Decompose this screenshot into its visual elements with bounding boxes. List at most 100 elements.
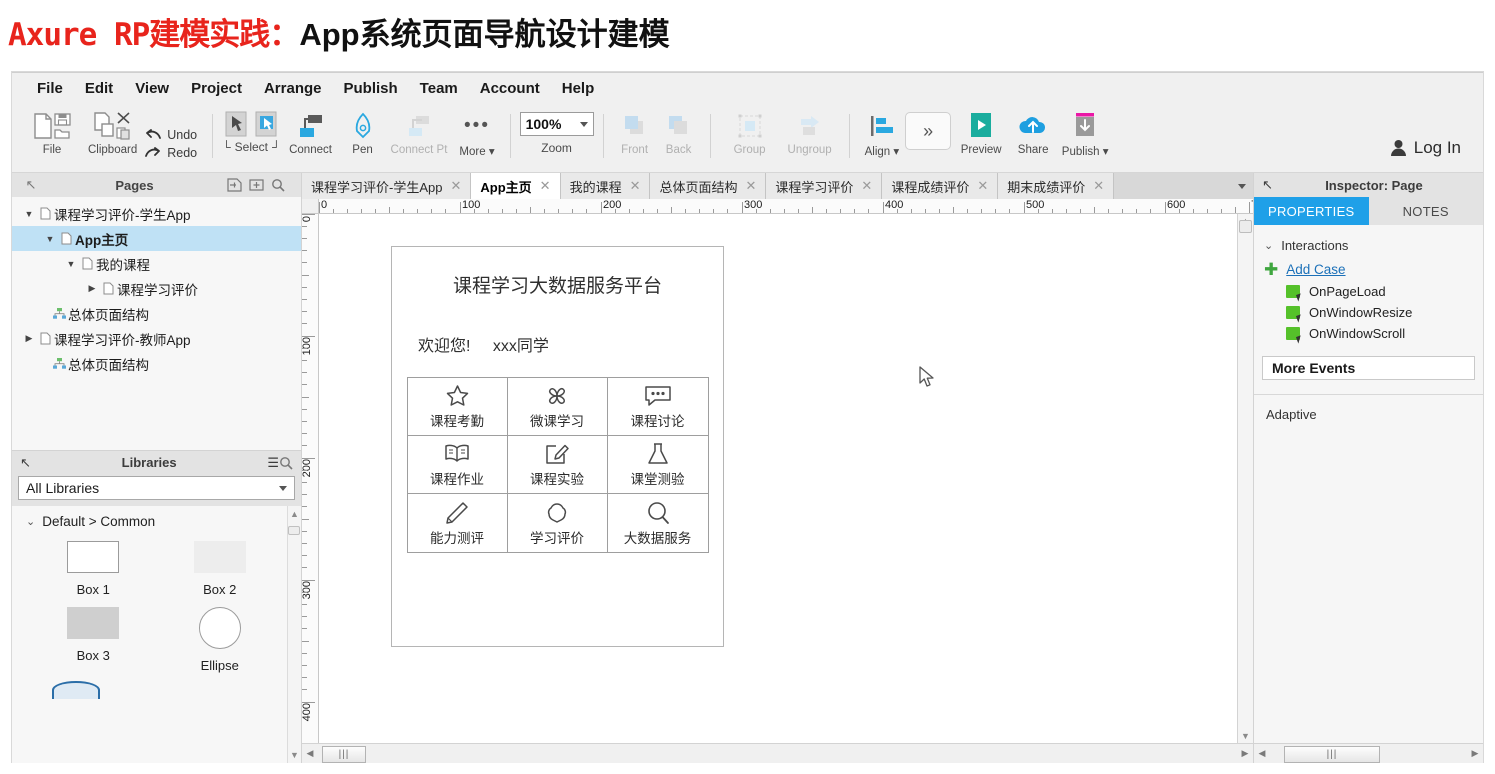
library-item-box2[interactable]: Box 2 (157, 541, 284, 597)
menu-item-file[interactable]: File (26, 77, 74, 100)
file-toolbar-button[interactable]: File (22, 106, 82, 168)
tab-4[interactable]: 课程学习评价 ✕ (766, 173, 883, 199)
page-tree-item-0[interactable]: ▼ 课程学习评价-学生App (12, 201, 301, 226)
tab-3[interactable]: 总体页面结构 ✕ (650, 173, 767, 199)
tab-close-icon[interactable]: ✕ (540, 178, 551, 194)
tab-6[interactable]: 期末成绩评价 ✕ (998, 173, 1115, 199)
hscroll-thumb[interactable]: ||| (1284, 745, 1380, 763)
tab-0[interactable]: 课程学习评价-学生App ✕ (302, 173, 472, 199)
tab-close-icon[interactable]: ✕ (746, 178, 757, 194)
menu-item-edit[interactable]: Edit (74, 77, 124, 100)
plus-icon[interactable]: ✚ (1264, 261, 1278, 278)
collapse-icon[interactable]: ↖ (20, 455, 31, 471)
group-button[interactable]: Group (720, 106, 780, 168)
tree-arrow[interactable]: ▶ (85, 283, 99, 294)
preview-button[interactable]: Preview (951, 106, 1011, 168)
tab-1[interactable]: App主页 ✕ (471, 173, 561, 199)
event-onwindowscroll[interactable]: OnWindowScroll (1254, 323, 1483, 344)
tab-close-icon[interactable]: ✕ (1093, 178, 1104, 194)
page-tree-item-3[interactable]: ▶ 课程学习评价 (12, 276, 301, 301)
nav-cell-quiz[interactable]: 课堂测验 (607, 436, 708, 494)
tree-arrow[interactable]: ▼ (43, 234, 57, 244)
scroll-up-arrow-icon[interactable]: ▲ (290, 509, 299, 519)
nav-cell-microlearning[interactable]: 微课学习 (507, 378, 608, 436)
menu-item-help[interactable]: Help (551, 77, 606, 100)
nav-cell-bigdata[interactable]: 大数据服务 (608, 494, 708, 552)
tab-5[interactable]: 课程成绩评价 ✕ (882, 173, 999, 199)
scroll-right-arrow-icon[interactable]: ▶ (1237, 748, 1253, 759)
collapse-icon[interactable]: ↖ (20, 177, 42, 193)
tree-arrow[interactable]: ▼ (22, 209, 36, 219)
hscroll-track[interactable]: ||| (318, 744, 1237, 763)
menu-item-arrange[interactable]: Arrange (253, 77, 333, 100)
connect-pt-button[interactable]: Connect Pt (385, 106, 454, 168)
toolbar-overflow-button[interactable]: » (905, 112, 952, 150)
collapse-icon[interactable]: ↖ (1262, 177, 1273, 193)
redo-button[interactable]: Redo (145, 146, 197, 160)
menu-item-account[interactable]: Account (469, 77, 551, 100)
tab-notes[interactable]: NOTES (1369, 197, 1484, 225)
tab-close-icon[interactable]: ✕ (861, 178, 872, 194)
add-page-icon[interactable] (227, 178, 249, 192)
tree-arrow[interactable]: ▶ (22, 333, 36, 344)
chevron-down-icon[interactable] (279, 485, 287, 491)
tab-overflow-button[interactable] (1231, 173, 1253, 199)
tab-2[interactable]: 我的课程 ✕ (560, 173, 651, 199)
scroll-right-arrow-icon[interactable]: ▶ (1467, 748, 1483, 759)
chevron-down-icon[interactable] (579, 121, 588, 127)
hscroll-thumb[interactable]: ||| (322, 745, 366, 763)
add-folder-icon[interactable] (249, 178, 271, 192)
page-tree-item-2[interactable]: ▼ 我的课程 (12, 251, 301, 276)
menu-item-publish[interactable]: Publish (333, 77, 409, 100)
nav-cell-experiment[interactable]: 课程实验 (507, 436, 608, 494)
scroll-down-arrow-icon[interactable]: ▼ (1241, 731, 1250, 741)
hamburger-icon[interactable]: ☰ (267, 455, 279, 471)
search-icon[interactable] (271, 178, 293, 192)
bring-front-button[interactable]: Front (613, 106, 657, 168)
inspector-horizontal-scrollbar[interactable]: ◀ ||| ▶ (1254, 743, 1483, 763)
more-tools-button[interactable]: ••• More ▾ (453, 106, 500, 168)
library-select[interactable]: All Libraries (18, 476, 295, 500)
chevron-down-icon[interactable]: ⌄ (26, 515, 35, 528)
library-item-ellipse[interactable]: Ellipse (157, 607, 284, 673)
interactions-section-header[interactable]: ⌄ Interactions (1254, 235, 1483, 256)
page-tree-item-4[interactable]: 总体页面结构 (12, 301, 301, 326)
publish-button[interactable]: Publish ▾ (1055, 106, 1115, 168)
nav-cell-attendance[interactable]: 课程考勤 (407, 378, 508, 436)
tab-properties[interactable]: PROPERTIES (1254, 197, 1369, 225)
nav-cell-assessment[interactable]: 能力测评 (408, 494, 508, 552)
tab-close-icon[interactable]: ✕ (977, 178, 988, 194)
menu-item-view[interactable]: View (124, 77, 180, 100)
nav-cell-evaluation[interactable]: 学习评价 (508, 494, 608, 552)
pages-tree[interactable]: ▼ 课程学习评价-学生App ▼ App主页 ▼ 我的课程 ▶ 课程学习评价 总… (12, 197, 301, 450)
more-events-button[interactable]: More Events (1262, 356, 1475, 380)
tab-close-icon[interactable]: ✕ (630, 178, 641, 194)
nav-cell-discussion[interactable]: 课程讨论 (607, 378, 708, 436)
menu-item-project[interactable]: Project (180, 77, 253, 100)
page-tree-item-5[interactable]: ▶ 课程学习评价-教师App (12, 326, 301, 351)
login-button[interactable]: Log In (1390, 106, 1473, 172)
scroll-left-arrow-icon[interactable]: ◀ (1254, 748, 1270, 759)
zoom-control[interactable]: 100% Zoom (519, 106, 594, 172)
event-onpageload[interactable]: OnPageLoad (1254, 281, 1483, 302)
hscroll-track[interactable]: ||| (1270, 744, 1467, 763)
tree-arrow[interactable]: ▼ (64, 259, 78, 269)
pen-tool-button[interactable]: Pen (341, 106, 385, 168)
event-onwindowresize[interactable]: OnWindowResize (1254, 302, 1483, 323)
app-mockup[interactable]: 课程学习大数据服务平台 欢迎您! xxx同学 课程考勤 微课学习 课程讨论 课程… (391, 246, 724, 647)
scroll-left-arrow-icon[interactable]: ◀ (302, 748, 318, 759)
library-item-partial[interactable] (12, 673, 301, 699)
select-tool-group[interactable]: └ Select ┘ (222, 106, 281, 172)
page-tree-item-6[interactable]: 总体页面结构 (12, 351, 301, 376)
canvas-horizontal-scrollbar[interactable]: ◀ ||| ▶ (302, 743, 1253, 763)
align-button[interactable]: Align ▾ (859, 106, 906, 168)
ungroup-button[interactable]: Ungroup (780, 106, 840, 168)
library-group-header[interactable]: ⌄ Default > Common (12, 514, 301, 529)
zoom-field[interactable]: 100% (519, 112, 594, 136)
undo-button[interactable]: Undo (145, 128, 197, 142)
chevron-down-icon[interactable]: ⌄ (1264, 239, 1273, 252)
library-items-area[interactable]: ⌄ Default > Common Box 1 Box 2 Box 3 Ell… (12, 506, 301, 763)
add-case-link[interactable]: Add Case (1286, 262, 1345, 277)
canvas-vertical-scrollbar[interactable]: ▲ ▼ (1237, 214, 1253, 743)
library-item-box3[interactable]: Box 3 (30, 607, 157, 673)
